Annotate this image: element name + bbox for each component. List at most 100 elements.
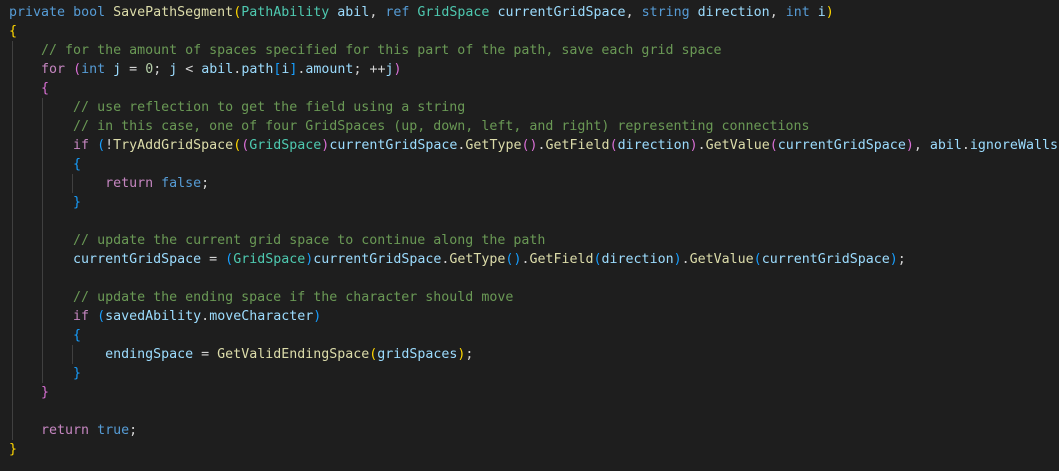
code-line[interactable]: } <box>9 440 1059 459</box>
code-line[interactable]: private bool SavePathSegment(PathAbility… <box>9 3 1059 22</box>
indent-guide <box>12 41 13 60</box>
code-line[interactable]: if (savedAbility.moveCharacter) <box>9 307 1059 326</box>
code-token-punct: , <box>913 138 930 153</box>
indent-guide <box>12 155 13 174</box>
code-line[interactable] <box>9 269 1059 288</box>
code-line[interactable] <box>9 402 1059 421</box>
indent-guide <box>12 98 13 117</box>
code-token-b3: } <box>73 366 82 381</box>
code-token-punct: . <box>697 138 706 153</box>
code-token-punct: ! <box>105 138 114 153</box>
code-token-var: direction <box>617 138 690 153</box>
code-token-punct: , <box>369 5 386 20</box>
code-editor[interactable]: private bool SavePathSegment (PathAbility… <box>0 0 1059 471</box>
code-token-kw: ref <box>385 5 410 20</box>
code-token-punct: . <box>961 138 970 153</box>
code-token-var: currentGridSpace <box>73 252 202 267</box>
code-token-b3: ) <box>673 252 682 267</box>
code-token-fn: GetValue <box>705 138 770 153</box>
code-token-b3: } <box>73 195 82 210</box>
code-line[interactable]: for (int j = 0; j < abil.path[i].amount;… <box>9 60 1059 79</box>
code-token-b2: ( <box>609 138 618 153</box>
indent-guide <box>12 421 13 440</box>
code-token-punct <box>89 138 97 153</box>
code-token-punct <box>65 5 73 20</box>
code-token-punct: . <box>201 309 210 324</box>
indentation <box>9 385 41 400</box>
code-line[interactable]: currentGridSpace = (GridSpace)currentGri… <box>9 250 1059 269</box>
code-token-var: savedAbility <box>105 309 202 324</box>
code-token-var: ignoreWalls <box>969 138 1058 153</box>
indent-guide <box>12 364 13 383</box>
code-line[interactable]: // use reflection to get the field using… <box>9 98 1059 117</box>
code-token-punct <box>65 62 73 77</box>
code-token-kw: bool <box>73 5 106 20</box>
indent-guide <box>12 231 13 250</box>
code-token-kw: true <box>97 423 130 438</box>
indent-guide <box>12 326 13 345</box>
code-token-b3: ( <box>753 252 762 267</box>
indentation <box>9 347 105 362</box>
indent-guide <box>12 307 13 326</box>
code-line[interactable]: { <box>9 22 1059 41</box>
code-token-b1: { <box>9 24 18 39</box>
code-token-var: currentGridSpace <box>329 138 458 153</box>
indent-guide <box>12 383 13 402</box>
indentation <box>9 62 41 77</box>
code-token-punct: = <box>121 62 146 77</box>
code-line[interactable]: } <box>9 364 1059 383</box>
code-token-b2: } <box>41 385 50 400</box>
indent-guide <box>42 136 43 155</box>
indentation <box>9 81 41 96</box>
code-token-b3: { <box>73 157 82 172</box>
code-token-fn: GetField <box>545 138 610 153</box>
code-line[interactable]: if (!TryAddGridSpace((GridSpace)currentG… <box>9 136 1059 155</box>
code-token-comment: // in this case, one of four GridSpaces … <box>73 119 810 134</box>
code-token-var: currentGridSpace <box>761 252 890 267</box>
code-token-comment: // for the amount of spaces specified fo… <box>41 43 722 58</box>
code-token-punct: = <box>193 347 218 362</box>
code-line[interactable]: // update the ending space if the charac… <box>9 288 1059 307</box>
indent-guide <box>42 288 43 307</box>
indent-guide <box>12 193 13 212</box>
code-token-var: j <box>385 62 394 77</box>
code-token-var: moveCharacter <box>209 309 314 324</box>
code-line[interactable]: { <box>9 326 1059 345</box>
code-line[interactable] <box>9 212 1059 231</box>
indent-guide <box>42 250 43 269</box>
code-token-b3: ) <box>889 252 898 267</box>
code-line[interactable]: } <box>9 383 1059 402</box>
code-line[interactable]: // in this case, one of four GridSpaces … <box>9 117 1059 136</box>
code-token-kw: int <box>785 5 810 20</box>
code-line[interactable]: // for the amount of spaces specified fo… <box>9 41 1059 60</box>
indent-guide <box>12 269 13 288</box>
indent-guide <box>42 212 43 231</box>
code-line[interactable]: } <box>9 193 1059 212</box>
indent-guide <box>12 174 13 193</box>
code-token-b3: ( <box>225 252 234 267</box>
code-token-fn: GetType <box>449 252 506 267</box>
code-line[interactable]: return true; <box>9 421 1059 440</box>
code-token-var: currentGridSpace <box>777 138 906 153</box>
code-token-punct: ; <box>201 176 210 191</box>
code-line[interactable]: // update the current grid space to cont… <box>9 231 1059 250</box>
code-line[interactable]: { <box>9 155 1059 174</box>
code-line[interactable]: { <box>9 79 1059 98</box>
indent-guide <box>12 402 13 421</box>
indentation <box>9 176 105 191</box>
indent-guide <box>12 345 13 364</box>
code-token-b3: ( <box>97 138 106 153</box>
indent-guide <box>12 79 13 98</box>
indent-guide <box>12 136 13 155</box>
code-line[interactable]: endingSpace = GetValidEndingSpace(gridSp… <box>9 345 1059 364</box>
code-token-type: PathAbility <box>241 5 330 20</box>
indent-guide <box>42 117 43 136</box>
code-token-punct <box>690 5 698 20</box>
code-line[interactable]: return false; <box>9 174 1059 193</box>
code-token-punct <box>89 423 97 438</box>
code-token-kw: private <box>9 5 66 20</box>
code-token-ctl: if <box>73 138 90 153</box>
code-token-punct <box>105 62 113 77</box>
indent-guide <box>12 117 13 136</box>
code-token-b3: ) <box>313 309 322 324</box>
